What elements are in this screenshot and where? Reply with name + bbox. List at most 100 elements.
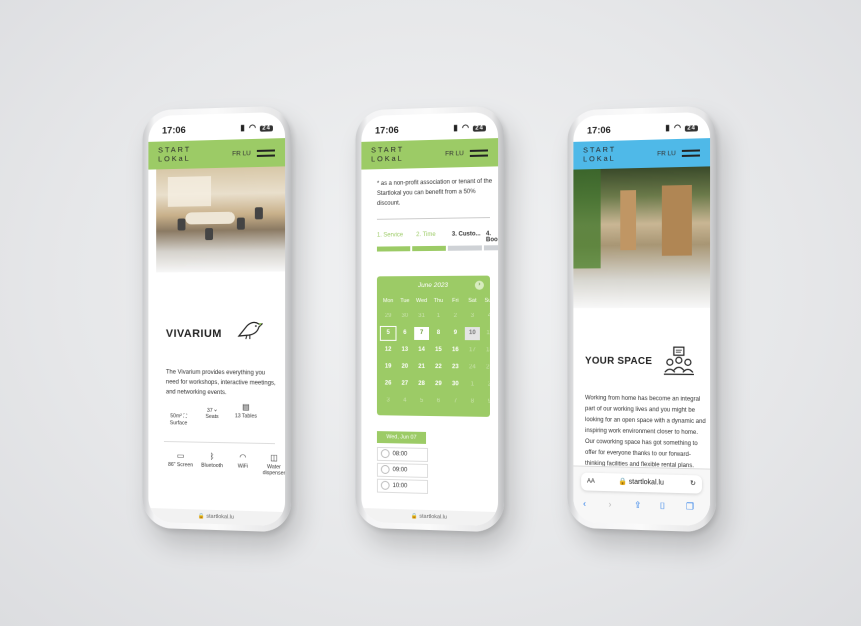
status-time: 17:06 <box>161 124 186 137</box>
calendar-day[interactable]: 15 <box>431 344 446 357</box>
bookmarks-icon[interactable]: ⌷ <box>660 501 665 512</box>
wifi-icon: ◠ WiFi <box>237 452 249 470</box>
calendar-day[interactable]: 17 <box>465 344 480 357</box>
status-time: 17:06 <box>586 124 611 137</box>
hamburger-menu-icon[interactable] <box>256 149 275 160</box>
hamburger-menu-icon[interactable] <box>469 149 488 160</box>
calendar-day[interactable]: 29 <box>431 378 446 391</box>
calendar-day[interactable]: 24 <box>465 361 480 374</box>
time-slot[interactable]: 09:00 <box>376 462 429 478</box>
step-service[interactable]: 1. Service <box>377 232 403 238</box>
water-icon: ◫ Water dispenser <box>262 453 286 477</box>
status-time: 17:06 <box>374 124 399 137</box>
calendar-day[interactable]: 9 <box>482 396 497 409</box>
step-time[interactable]: 2. Time <box>416 232 435 238</box>
url-bar[interactable]: 🔒 startlokal.lu <box>361 507 499 527</box>
calendar: June 2023 › Mon Tue Wed Thu Fri Sat Sun 29 30 31 1… <box>376 275 494 417</box>
radio-icon <box>380 448 390 459</box>
calendar-day[interactable]: 16 <box>448 344 463 357</box>
calendar-day[interactable]: 3 <box>465 310 480 323</box>
calendar-day[interactable]: 25 <box>482 361 497 374</box>
room-title: VIVARIUM <box>165 327 222 341</box>
features-top: 50m² ⛶ Surface 37 ⑂ Seats ▤ 13 Tables <box>164 402 275 426</box>
discount-note: * as a non-profit association or tenant … <box>376 178 493 207</box>
phone-vivarium: 17:06 ▮ ◠ 24 START LOKaL FR LU VIVARIUM T… <box>142 105 292 533</box>
calendar-day[interactable]: 20 <box>397 361 412 374</box>
calendar-day[interactable]: 30 <box>397 310 412 323</box>
calendar-day[interactable]: 31 <box>414 310 429 323</box>
phone-your-space: 17:06 ▮ ◠ 24 START LOKaL FR LU YOUR SPACE… <box>567 105 717 533</box>
calendar-day[interactable]: 6 <box>397 327 412 340</box>
time-slot[interactable]: 08:00 <box>376 446 429 462</box>
seat-icon: 37 ⑂ Seats <box>205 407 219 421</box>
language-switcher[interactable]: FR LU <box>232 150 251 158</box>
language-switcher[interactable]: FR LU <box>657 150 676 158</box>
weekday-label: Mon <box>382 298 394 305</box>
calendar-day[interactable]: 3 <box>381 394 396 407</box>
calendar-day[interactable]: 22 <box>431 361 446 374</box>
calendar-day[interactable]: 30 <box>448 378 463 391</box>
step-custom[interactable]: 3. Custo... <box>452 231 481 237</box>
screen-icon: ▭ 86" Screen <box>168 451 194 469</box>
selected-date: Wed, Jun 07 <box>376 431 427 444</box>
logo[interactable]: START LOKaL <box>158 145 191 164</box>
safari-toolbar: AA 🔒 startlokal.lu ↻ ‹ › ⇪ ⌷ ❐ <box>573 465 711 527</box>
phone-screen: 17:06 ▮ ◠ 24 START LOKaL FR LU YOUR SPACE… <box>573 111 711 527</box>
calendar-day[interactable]: 1 <box>431 310 446 323</box>
calendar-day[interactable]: 21 <box>414 361 429 374</box>
next-month-icon[interactable]: › <box>474 280 484 290</box>
site-header: START LOKaL FR LU <box>361 138 499 170</box>
weekday-label: Fri <box>452 297 459 304</box>
calendar-day[interactable]: 28 <box>414 378 429 391</box>
language-switcher[interactable]: FR LU <box>445 150 464 158</box>
share-icon[interactable]: ⇪ <box>634 500 641 511</box>
calendar-day[interactable]: 8 <box>431 327 446 340</box>
calendar-day[interactable]: 2 <box>482 378 497 391</box>
calendar-day[interactable]: 10 <box>464 327 480 341</box>
forward-icon[interactable]: › <box>608 499 611 509</box>
calendar-day[interactable]: 7 <box>448 395 463 408</box>
calendar-day[interactable]: 23 <box>448 361 463 374</box>
weekday-label: Sat <box>468 297 477 304</box>
calendar-day[interactable]: 13 <box>397 344 412 357</box>
calendar-day[interactable]: 4 <box>397 395 412 408</box>
divider <box>376 217 490 220</box>
calendar-day[interactable]: 2 <box>448 310 463 323</box>
url-bar[interactable]: 🔒 startlokal.lu <box>148 507 286 527</box>
time-slot[interactable]: 10:00 <box>376 478 429 494</box>
radio-icon <box>380 464 390 474</box>
calendar-day[interactable]: 18 <box>482 344 497 357</box>
site-header: START LOKaL FR LU <box>148 138 286 170</box>
phone-screen: 17:06 ▮ ◠ 24 START LOKaL FR LU VIVARIUM T… <box>148 111 286 527</box>
calendar-day[interactable]: 7 <box>414 326 429 340</box>
calendar-day[interactable]: 14 <box>414 344 429 357</box>
status-bar: 17:06 ▮ ◠ 24 <box>148 112 285 142</box>
calendar-day[interactable]: 27 <box>397 378 412 391</box>
calendar-day[interactable]: 6 <box>431 395 446 408</box>
calendar-day[interactable]: 29 <box>381 310 396 323</box>
calendar-day[interactable]: 5 <box>379 325 397 341</box>
site-header: START LOKaL FR LU <box>573 138 711 170</box>
back-icon[interactable]: ‹ <box>583 498 586 508</box>
calendar-day[interactable]: 4 <box>482 310 497 323</box>
step-progress <box>376 245 499 252</box>
radio-icon <box>380 480 390 490</box>
calendar-day[interactable]: 19 <box>381 361 396 374</box>
calendar-month: June 2023 <box>417 281 449 290</box>
calendar-day[interactable]: 8 <box>465 395 480 408</box>
bluetooth-icon: ᛒ Bluetooth <box>201 451 223 470</box>
calendar-day[interactable]: 5 <box>414 395 429 408</box>
step-book[interactable]: 4. Book <box>486 231 498 243</box>
hamburger-menu-icon[interactable] <box>681 149 700 160</box>
reload-icon[interactable]: ↻ <box>690 475 696 493</box>
address-bar[interactable]: AA 🔒 startlokal.lu ↻ <box>581 472 702 494</box>
calendar-day[interactable]: 12 <box>381 344 396 357</box>
calendar-day[interactable]: 9 <box>448 327 463 340</box>
calendar-day[interactable]: 1 <box>465 378 480 391</box>
calendar-day[interactable]: 26 <box>381 378 396 391</box>
tabs-icon[interactable]: ❐ <box>686 501 694 512</box>
signal-wifi-battery-icon: ▮ ◠ 24 <box>665 122 698 132</box>
logo[interactable]: START LOKaL <box>371 145 404 164</box>
logo[interactable]: START LOKaL <box>583 145 616 164</box>
calendar-day[interactable]: 11 <box>482 327 497 340</box>
